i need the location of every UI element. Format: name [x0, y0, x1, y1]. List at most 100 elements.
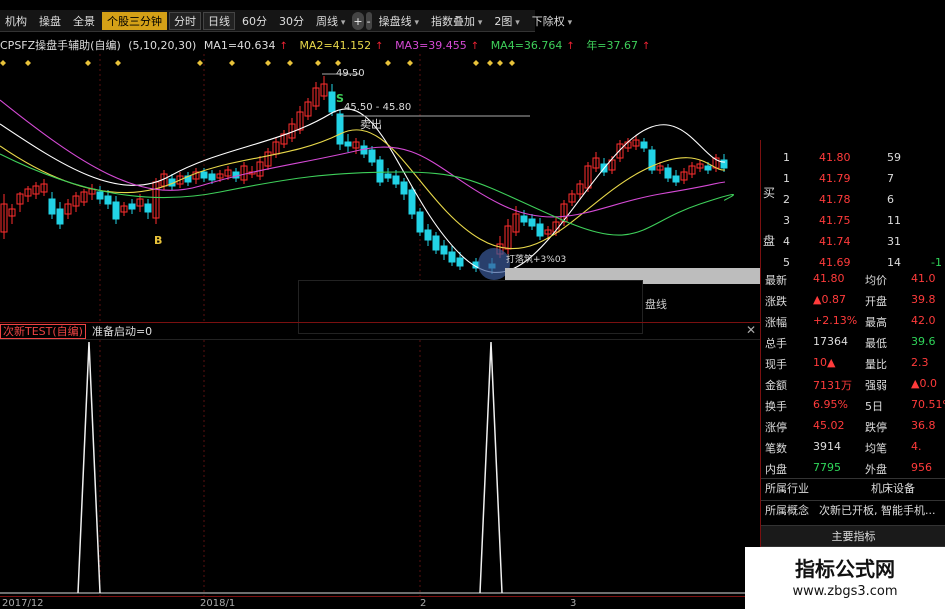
signal-marker	[287, 60, 293, 66]
zoom-out-button[interactable]: -	[365, 11, 372, 30]
close-icon[interactable]: ✕	[746, 323, 756, 337]
concept-row: 所属概念 次新已开板, 智能手机...	[761, 500, 945, 520]
signal-marker	[115, 60, 121, 66]
tab-operate[interactable]: 操盘	[34, 12, 66, 30]
ex-rights-dropdown[interactable]: 下除权	[527, 12, 577, 30]
indicator-name[interactable]: CPSFZ操盘手辅助(自编)	[0, 39, 121, 52]
order-row: 1 41.80 59	[783, 151, 901, 164]
ma2-value: MA2=41.152 ↑	[299, 39, 384, 52]
axis-date-label: 3	[570, 598, 577, 609]
watermark-url: www.zbgs3.com	[792, 584, 898, 599]
index-overlay-dropdown[interactable]: 指数叠加	[426, 12, 487, 30]
signal-chart[interactable]	[0, 340, 760, 596]
quote-row: 内盘 7795 外盘 956	[765, 461, 932, 476]
period-dropdown[interactable]: 周线	[311, 12, 350, 30]
signal-marker	[85, 60, 91, 66]
signal-marker	[265, 60, 271, 66]
sub-chart-header: 次新TEST(自编) 准备启动=0 ✕	[0, 322, 760, 340]
candle	[424, 229, 432, 241]
candle	[384, 173, 392, 179]
axis-date-label: 2018/1	[200, 598, 236, 609]
candle	[56, 208, 64, 225]
candle	[48, 198, 56, 215]
indicator-legend: CPSFZ操盘手辅助(自编) (5,10,20,30) MA1=40.634 ↑ …	[0, 38, 658, 54]
candle	[432, 235, 440, 251]
tab-panorama[interactable]: 全景	[68, 12, 100, 30]
moving-average-line	[0, 153, 735, 236]
moving-average-line	[0, 108, 726, 273]
candle	[96, 191, 104, 200]
main-indicator-button[interactable]: 主要指标	[761, 525, 945, 547]
watermark-title: 指标公式网	[795, 557, 895, 581]
candle	[336, 113, 344, 145]
signal-marker	[497, 60, 503, 66]
candle	[400, 181, 408, 195]
sub-indicator-name[interactable]: 次新TEST(自编)	[0, 323, 86, 339]
candle	[704, 165, 712, 171]
signal-marker	[385, 60, 391, 66]
operate-line-dropdown[interactable]: 操盘线	[374, 12, 424, 30]
tab-60min[interactable]: 60分	[237, 12, 272, 30]
candle	[448, 251, 456, 263]
axis-date-label: 2	[420, 598, 427, 609]
candle	[112, 201, 120, 220]
candle	[328, 91, 336, 113]
high-price-label: 49.50	[336, 68, 365, 79]
candle	[368, 149, 376, 163]
signal-marker	[0, 60, 6, 66]
order-row: 1 41.79 7	[783, 172, 894, 185]
watermark-logo: 指标公式网 www.zbgs3.com	[745, 547, 945, 609]
year-line-value: 年=37.67 ↑	[586, 39, 651, 52]
range-label: 45.50 - 45.80	[344, 102, 411, 113]
sell-signal-label: S	[336, 92, 344, 105]
ma4-value: MA4=36.764 ↑	[490, 39, 575, 52]
signal-marker	[407, 60, 413, 66]
candle	[536, 223, 544, 237]
order-row: 4 41.74 31	[783, 235, 901, 248]
axis-date-label: 2017/12	[2, 598, 44, 609]
tab-daily[interactable]: 日线	[203, 11, 235, 30]
candle	[128, 203, 136, 210]
low-annotation: 打落筑+3%03	[506, 253, 566, 265]
tab-three-minute[interactable]: 个股三分钟	[102, 11, 167, 30]
candle	[104, 195, 112, 205]
quote-row: 换手6.95%5日70.51%	[765, 398, 945, 413]
buy-signal-label: B	[154, 234, 162, 247]
pan-line-label: 盘线	[645, 298, 667, 311]
quote-row: 笔数 3914 均笔 4.	[765, 440, 922, 455]
candle	[440, 245, 448, 255]
zoom-in-button[interactable]: +	[352, 11, 364, 30]
candle	[416, 211, 424, 233]
sub-indicator-value: 准备启动=0	[91, 325, 153, 338]
quote-row: 涨停 45.02 跌停 36.8	[765, 419, 936, 434]
quote-row: 最新 41.80 均价 41.0	[765, 272, 936, 287]
industry-row: 所属行业 机床设备	[761, 478, 945, 498]
quote-panel: 买 盘 1 41.80 59 1 41.79 7 2 41.78 6 3 41.…	[760, 140, 945, 609]
quote-row: 金额 7131万 强弱 ▲0.0	[765, 377, 937, 392]
tab-institution[interactable]: 机构	[0, 12, 32, 30]
ma3-value: MA3=39.455 ↑	[395, 39, 480, 52]
indicator-params: (5,10,20,30)	[128, 39, 197, 52]
ma1-value: MA1=40.634 ↑	[203, 39, 288, 52]
signal-marker	[315, 60, 321, 66]
quote-row: 现手 10▲ 量比 2.3	[765, 356, 929, 371]
signal-marker	[473, 60, 479, 66]
quote-row: 总手 17364 最低 39.6	[765, 335, 936, 350]
candle	[344, 141, 352, 147]
two-chart-dropdown[interactable]: 2图	[489, 12, 524, 30]
tab-intraday[interactable]: 分时	[169, 11, 201, 30]
candle	[200, 171, 208, 179]
order-row: 3 41.75 11	[783, 214, 901, 227]
signal-marker	[335, 60, 341, 66]
candle	[640, 141, 648, 149]
toolbar: 机构 操盘 全景 个股三分钟 分时 日线 60分 30分 周线 + - 操盘线 …	[0, 10, 565, 32]
signal-spike	[479, 341, 503, 594]
quote-row: 涨幅 +2.13% 最高 42.0	[765, 314, 936, 329]
candle	[408, 189, 416, 215]
quote-row: 涨跌 ▲0.87 开盘 39.8	[765, 293, 936, 308]
candle	[456, 257, 464, 267]
date-axis: 2017/12 2018/1 2 3	[0, 596, 760, 609]
candle	[208, 173, 216, 181]
candle	[528, 218, 536, 227]
tab-30min[interactable]: 30分	[274, 12, 309, 30]
